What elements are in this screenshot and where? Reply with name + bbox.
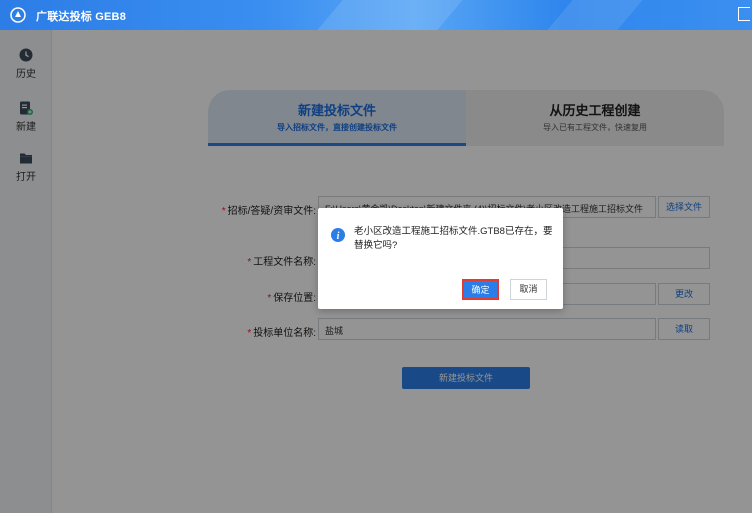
confirm-button[interactable]: 确定: [462, 279, 499, 300]
title-bar-decoration: [317, 0, 463, 30]
svg-text:i: i: [337, 231, 340, 242]
file-exists-dialog: i 老小区改造工程施工招标文件.GTB8已存在，要替换它吗? 确定 取消: [318, 208, 563, 309]
window-restore-button[interactable]: [738, 7, 750, 21]
cancel-button[interactable]: 取消: [510, 279, 547, 300]
title-bar: 广联达投标 GEB8: [0, 0, 752, 30]
app-title: 广联达投标 GEB8: [36, 11, 127, 23]
title-bar-decoration: [547, 0, 643, 30]
dialog-message: 老小区改造工程施工招标文件.GTB8已存在，要替换它吗?: [354, 226, 553, 251]
info-icon: i: [331, 228, 345, 242]
app-logo-icon: [10, 7, 26, 23]
